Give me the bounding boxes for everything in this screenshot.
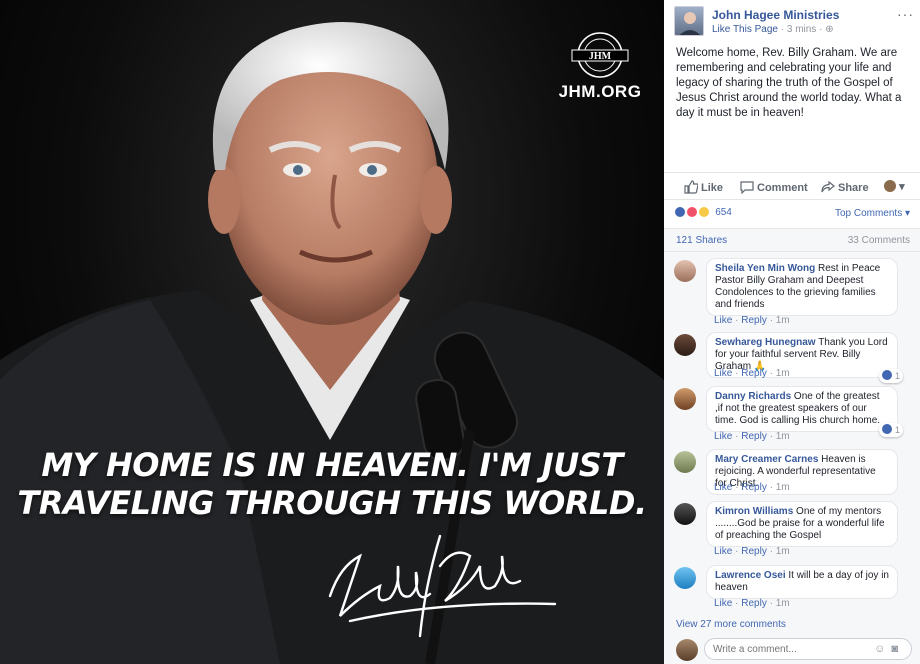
like-label: Like [701, 182, 724, 194]
commenter-name[interactable]: Sewhareg Hunegnaw [715, 337, 816, 348]
comment-bubble: Sheila Yen Min Wong Rest in Peace Pastor… [706, 258, 898, 316]
write-comment-row: ☺◙ [664, 634, 920, 664]
comment-bubble: Lawrence Osei It will be a day of joy in… [706, 565, 898, 599]
quote-line-2: TRAVELING THROUGH THIS WORLD. [17, 484, 647, 522]
jhm-badge-icon: JHM [571, 32, 629, 78]
comment-time[interactable]: · 1m [770, 368, 790, 379]
page-avatar[interactable] [674, 6, 704, 36]
comment-like-link[interactable]: Like [714, 368, 732, 379]
share-button[interactable]: Share [821, 180, 869, 194]
comment-time[interactable]: · 1m [770, 598, 790, 609]
comment-label: Comment [757, 182, 808, 194]
comment-time[interactable]: · 1m [770, 482, 790, 493]
comment-reply-link[interactable]: Reply [741, 368, 767, 379]
jhm-logo: JHM JHM.ORG [552, 30, 648, 102]
avatar-icon [679, 12, 701, 35]
comment-actions: Like · Reply · 1m [714, 368, 790, 379]
shares-comments-row: 121 Shares 33 Comments [664, 228, 920, 252]
emoji-icon[interactable]: ☺ [874, 643, 891, 655]
shares-link[interactable]: 121 Shares [676, 235, 727, 246]
post-photo[interactable]: JHM JHM.ORG MY HOME IS IN HEAVEN. I'M JU… [0, 0, 664, 664]
comment-time[interactable]: · 1m [770, 315, 790, 326]
like-reaction-icon [674, 206, 686, 219]
like-reaction-icon [882, 424, 893, 434]
commenter-avatar[interactable] [674, 388, 696, 410]
comment-input-icons: ☺◙ [874, 643, 904, 655]
comment-like-link[interactable]: Like [714, 315, 732, 326]
comment-reply-link[interactable]: Reply [741, 431, 767, 442]
commenter-name[interactable]: Mary Creamer Carnes [715, 454, 818, 465]
more-options-button[interactable]: ··· [897, 6, 914, 22]
signature-image [328, 534, 557, 638]
comment-actions: Like · Reply · 1m [714, 546, 790, 557]
post-text: Welcome home, Rev. Billy Graham. We are … [676, 47, 902, 119]
post-header: John Hagee Ministries Like This Page · 3… [674, 6, 914, 38]
comment-like-count: 1 [894, 371, 900, 381]
post-as-selector[interactable]: ▾ [884, 180, 905, 193]
commenter-avatar[interactable] [674, 260, 696, 282]
globe-icon: ⊕ [825, 24, 834, 35]
commenter-avatar[interactable] [674, 334, 696, 356]
comment-actions: Like · Reply · 1m [714, 431, 790, 442]
top-comments-dropdown[interactable]: Top Comments ▾ [835, 208, 910, 219]
like-reaction-icon [882, 370, 893, 380]
comment-time[interactable]: · 1m [770, 546, 790, 557]
thumbs-up-icon [684, 180, 699, 194]
comment-like-badge[interactable]: 1 [879, 369, 903, 383]
comment-like-link[interactable]: Like [714, 598, 732, 609]
comment-bubble: Danny Richards One of the greatest ,if n… [706, 386, 903, 437]
comment-time[interactable]: · 1m [770, 431, 790, 442]
post-actions-bar: Like Comment Share ▾ [664, 172, 920, 200]
view-more-comments-link[interactable]: View 27 more comments [676, 619, 786, 630]
commenter-name[interactable]: Sheila Yen Min Wong [715, 263, 815, 274]
comment-like-count: 1 [894, 425, 900, 435]
comment-actions: Like · Reply · 1m [714, 482, 790, 493]
comment-reply-link[interactable]: Reply [741, 598, 767, 609]
comment-icon [740, 181, 754, 195]
comment-reply-link[interactable]: Reply [741, 482, 767, 493]
jhm-badge-text: JHM [589, 51, 612, 62]
like-page-link[interactable]: Like This Page [712, 24, 778, 35]
comments-count[interactable]: 33 Comments [848, 235, 910, 246]
commenter-avatar[interactable] [674, 451, 696, 473]
reaction-count: 654 [715, 206, 732, 218]
comment-like-link[interactable]: Like [714, 546, 732, 557]
commenter-avatar[interactable] [674, 567, 696, 589]
like-button[interactable]: Like [684, 180, 723, 194]
logo-site-text: JHM.ORG [558, 82, 642, 101]
comment-actions: Like · Reply · 1m [714, 315, 790, 326]
share-label: Share [838, 182, 869, 194]
commenter-name[interactable]: Danny Richards [715, 391, 791, 402]
page-name-link[interactable]: John Hagee Ministries [712, 8, 839, 22]
comment-like-link[interactable]: Like [714, 431, 732, 442]
commenter-avatar[interactable] [674, 503, 696, 525]
dropdown-caret-icon: ▾ [899, 181, 905, 193]
reactions-summary[interactable]: 654 [674, 206, 732, 222]
user-avatar[interactable] [676, 639, 698, 661]
sad-reaction-icon [698, 206, 711, 219]
post-time[interactable]: · 3 mins · [781, 24, 823, 35]
comment-like-link[interactable]: Like [714, 482, 732, 493]
comment-like-badge[interactable]: 1 [879, 423, 903, 437]
quote-line-1: MY HOME IS IN HEAVEN. I'M JUST [41, 446, 623, 484]
comment-reply-link[interactable]: Reply [741, 315, 767, 326]
user-avatar-icon [884, 180, 896, 192]
commenter-name[interactable]: Kimron Williams [715, 506, 793, 517]
share-arrow-icon [821, 180, 835, 193]
comment-reply-link[interactable]: Reply [741, 546, 767, 557]
facebook-post-panel: John Hagee Ministries Like This Page · 3… [664, 0, 920, 664]
camera-icon[interactable]: ◙ [891, 643, 904, 655]
comment-button[interactable]: Comment [740, 180, 808, 195]
comment-actions: Like · Reply · 1m [714, 598, 790, 609]
commenter-name[interactable]: Lawrence Osei [715, 570, 786, 581]
post-meta: Like This Page · 3 mins · ⊕ [712, 24, 834, 35]
love-reaction-icon [686, 206, 699, 219]
comment-bubble: Kimron Williams One of my mentors ......… [706, 501, 898, 547]
